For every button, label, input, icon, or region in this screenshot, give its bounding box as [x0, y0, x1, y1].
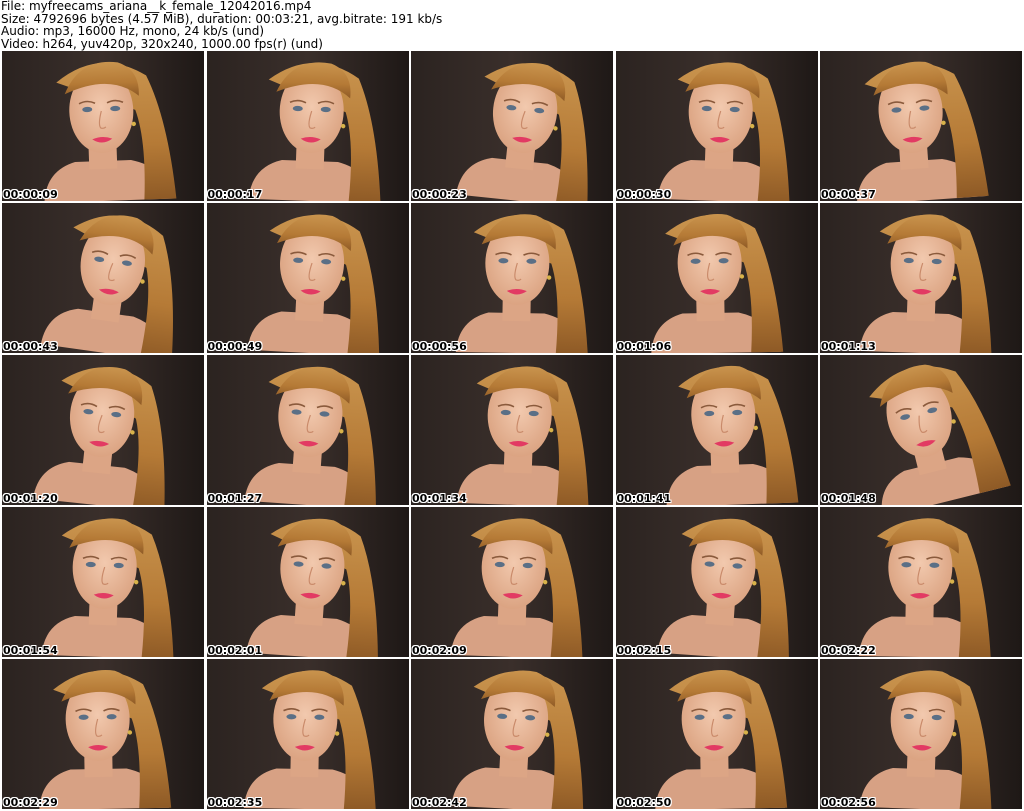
video-frame-thumbnail: 00:02:09 [411, 507, 613, 657]
video-frame-thumbnail: 00:01:27 [206, 355, 409, 505]
frame-timestamp: 00:01:27 [207, 492, 263, 505]
video-frame-thumbnail: 00:00:43 [2, 203, 204, 353]
portrait-frame-image [206, 507, 409, 657]
frame-timestamp: 00:02:09 [412, 644, 467, 657]
frame-timestamp: 00:01:41 [616, 492, 672, 505]
portrait-frame-image [206, 51, 409, 201]
video-frame-thumbnail: 00:02:29 [2, 659, 204, 809]
frame-timestamp: 00:00:30 [616, 188, 672, 201]
portrait-frame-image [820, 203, 1022, 353]
portrait-frame-image [820, 659, 1022, 809]
video-frame-thumbnail: 00:02:35 [206, 659, 409, 809]
portrait-frame-image [2, 659, 204, 809]
video-frame-thumbnail: 00:01:54 [2, 507, 204, 657]
portrait-frame-image [2, 51, 204, 201]
video-frame-thumbnail: 00:00:30 [615, 51, 818, 201]
portrait-frame-image [615, 203, 818, 353]
portrait-frame-image [615, 355, 818, 505]
portrait-frame-image [411, 507, 613, 657]
video-frame-thumbnail: 00:00:37 [820, 51, 1022, 201]
frame-timestamp: 00:01:48 [821, 492, 876, 505]
video-frame-thumbnail: 00:00:49 [206, 203, 409, 353]
frame-timestamp: 00:02:22 [821, 644, 876, 657]
portrait-frame-image [615, 51, 818, 201]
frame-timestamp: 00:02:50 [616, 796, 672, 809]
video-frame-thumbnail: 00:02:01 [206, 507, 409, 657]
frame-timestamp: 00:01:20 [3, 492, 58, 505]
file-info-header: File: myfreecams_ariana__k_female_120420… [1, 0, 1021, 50]
portrait-frame-image [411, 51, 613, 201]
video-frame-thumbnail: 00:00:23 [411, 51, 613, 201]
audio-info-line: Audio: mp3, 16000 Hz, mono, 24 kb/s (und… [1, 24, 265, 38]
video-frame-thumbnail: 00:01:34 [411, 355, 613, 505]
video-frame-thumbnail: 00:00:09 [2, 51, 204, 201]
frame-timestamp: 00:02:29 [3, 796, 58, 809]
portrait-frame-image [206, 355, 409, 505]
frame-timestamp: 00:01:06 [616, 340, 672, 353]
frame-timestamp: 00:02:35 [207, 796, 263, 809]
portrait-frame-image [411, 355, 613, 505]
portrait-frame-image [2, 507, 204, 657]
video-frame-thumbnail: 00:02:56 [820, 659, 1022, 809]
portrait-frame-image [2, 355, 204, 505]
frame-timestamp: 00:00:56 [412, 340, 467, 353]
video-frame-thumbnail: 00:02:22 [820, 507, 1022, 657]
frame-timestamp: 00:02:42 [412, 796, 467, 809]
frame-timestamp: 00:00:17 [207, 188, 263, 201]
portrait-frame-image [820, 355, 1022, 505]
frame-timestamp: 00:00:43 [3, 340, 58, 353]
frame-timestamp: 00:02:01 [207, 644, 263, 657]
frame-timestamp: 00:00:49 [207, 340, 263, 353]
frame-timestamp: 00:00:37 [821, 188, 876, 201]
portrait-frame-image [206, 203, 409, 353]
portrait-frame-image [206, 659, 409, 809]
portrait-frame-image [615, 507, 818, 657]
video-frame-thumbnail: 00:01:06 [615, 203, 818, 353]
video-frame-thumbnail: 00:02:42 [411, 659, 613, 809]
video-frame-thumbnail: 00:02:15 [615, 507, 818, 657]
video-frame-thumbnail: 00:00:56 [411, 203, 613, 353]
video-frame-thumbnail: 00:01:13 [820, 203, 1022, 353]
video-frame-thumbnail: 00:01:48 [820, 355, 1022, 505]
video-frame-thumbnail: 00:01:20 [2, 355, 204, 505]
frame-timestamp: 00:01:13 [821, 340, 876, 353]
portrait-frame-image [2, 203, 204, 353]
thumbnail-grid: 00:00:09 00:00:17 00:00:23 00:00:30 00:0… [2, 51, 1022, 809]
frame-timestamp: 00:02:15 [616, 644, 672, 657]
frame-timestamp: 00:01:54 [3, 644, 58, 657]
frame-timestamp: 00:02:56 [821, 796, 876, 809]
frame-timestamp: 00:00:09 [3, 188, 58, 201]
portrait-frame-image [411, 203, 613, 353]
portrait-frame-image [820, 507, 1022, 657]
video-frame-thumbnail: 00:01:41 [615, 355, 818, 505]
video-frame-thumbnail: 00:02:50 [615, 659, 818, 809]
video-info-line: Video: h264, yuv420p, 320x240, 1000.00 f… [1, 36, 323, 51]
portrait-frame-image [615, 659, 818, 809]
file-name-line: File: myfreecams_ariana__k_female_120420… [1, 0, 312, 13]
portrait-frame-image [411, 659, 613, 809]
video-frame-thumbnail: 00:00:17 [206, 51, 409, 201]
frame-timestamp: 00:00:23 [412, 188, 467, 201]
portrait-frame-image [820, 51, 1022, 201]
frame-timestamp: 00:01:34 [412, 492, 467, 505]
